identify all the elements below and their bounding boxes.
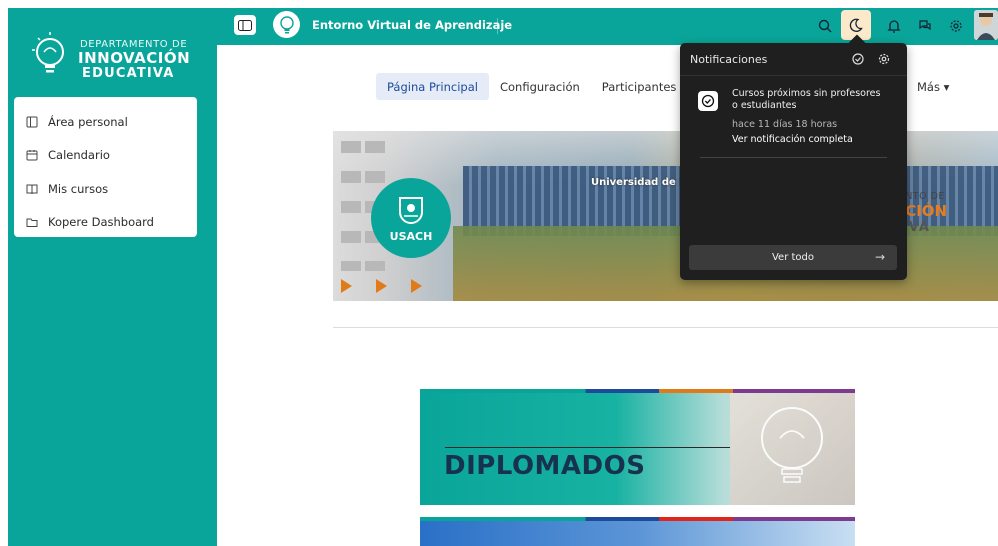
gear-icon: [878, 53, 890, 65]
folder-icon: [26, 216, 38, 228]
book-icon: [26, 183, 38, 195]
search-icon: [818, 19, 832, 33]
second-course-banner[interactable]: [420, 517, 855, 546]
sidebar-item-kopere-dashboard[interactable]: Kopere Dashboard: [14, 206, 197, 240]
calendar-icon: [26, 149, 38, 161]
notification-settings-button[interactable]: [877, 52, 891, 66]
usach-label: USACH: [389, 229, 433, 243]
tab-configuracion[interactable]: Configuración: [489, 73, 591, 100]
tab-pagina-principal[interactable]: Página Principal: [376, 73, 489, 100]
brand-line-3: EDUCATIVA: [82, 66, 175, 81]
see-all-label: Ver todo: [771, 252, 814, 263]
arrow-right-icon: [341, 279, 352, 293]
notification-message: Cursos próximos sin profesores o estudia…: [732, 88, 881, 111]
diplomados-title: DIPLOMADOS: [444, 451, 646, 481]
brand-line-2: INNOVACIÓN: [78, 49, 191, 67]
dashboard-icon: [26, 116, 38, 128]
lightbulb-icon: [279, 15, 294, 33]
banner-photo: [730, 393, 855, 505]
lightbulb-outline-icon: [761, 407, 823, 483]
color-stripe: [420, 517, 855, 521]
sidebar-toggle-icon: [238, 19, 252, 31]
banner-squares: [341, 141, 361, 271]
sidebar-item-area-personal[interactable]: Área personal: [14, 105, 197, 139]
site-logo[interactable]: [273, 11, 300, 38]
sidebar-item-label: Kopere Dashboard: [48, 215, 154, 230]
notification-check-icon: [698, 91, 718, 111]
notifications-title: Notificaciones: [690, 53, 768, 66]
chat-icon: [919, 20, 931, 31]
view-full-notification-link[interactable]: Ver notificación completa: [732, 134, 853, 145]
arrow-right-icon: [376, 279, 387, 293]
settings-button[interactable]: [945, 15, 967, 37]
sidebar-item-label: Calendario: [48, 148, 110, 163]
lightbulb-logo-icon: [32, 32, 64, 73]
banner-arrows: [341, 279, 422, 293]
section-divider: [333, 327, 998, 328]
notification-time: hace 11 días 18 horas: [732, 119, 838, 130]
topbar-separator: [497, 18, 498, 34]
see-all-button[interactable]: Ver todo →: [689, 245, 897, 270]
university-seal-icon: [399, 196, 423, 224]
sidebar-item-mis-cursos[interactable]: Mis cursos: [14, 172, 197, 206]
search-button[interactable]: [814, 15, 836, 37]
arrow-right-icon: [411, 279, 422, 293]
mark-all-read-button[interactable]: [851, 52, 865, 66]
bell-icon: [887, 20, 901, 33]
diplomados-banner[interactable]: DIPLOMADOS: [420, 389, 855, 505]
arrow-right-icon: →: [874, 250, 885, 264]
course-navigation: Página Principal Configuración Participa…: [376, 73, 687, 100]
user-avatar[interactable]: [974, 10, 998, 40]
usach-seal: USACH: [371, 178, 451, 258]
avatar-icon: [974, 10, 998, 40]
site-title[interactable]: Entorno Virtual de Aprendizaje: [312, 18, 512, 32]
notification-item[interactable]: Cursos próximos sin profesores o estudia…: [690, 83, 900, 158]
sidebar-nav: Área personal Calendario Mis cursos Kope…: [14, 97, 197, 237]
moon-icon: [849, 18, 863, 32]
check-circle-icon: [852, 53, 864, 65]
tab-participantes[interactable]: Participantes: [591, 73, 688, 100]
sidebar-item-label: Mis cursos: [48, 181, 109, 196]
department-logo[interactable]: DEPARTAMENTO DE INNOVACIÓN EDUCATIVA: [30, 22, 200, 82]
tab-mas[interactable]: Más ▾: [917, 80, 949, 94]
messages-button[interactable]: [914, 15, 936, 37]
gear-icon: [950, 20, 962, 32]
popover-header-divider: [680, 75, 907, 76]
sidebar: DEPARTAMENTO DE INNOVACIÓN EDUCATIVA: [8, 8, 217, 546]
notifications-popover: Notificaciones Cursos próximos sin profe…: [680, 34, 907, 280]
title-rule: [445, 447, 730, 448]
notifications-button[interactable]: [883, 15, 905, 37]
notification-divider: [700, 157, 887, 158]
sidebar-item-label: Área personal: [48, 114, 128, 129]
sidebar-item-calendario[interactable]: Calendario: [14, 139, 197, 173]
sidebar-toggle-button[interactable]: [234, 15, 256, 35]
top-bar: Entorno Virtual de Aprendizaje: [217, 8, 998, 45]
